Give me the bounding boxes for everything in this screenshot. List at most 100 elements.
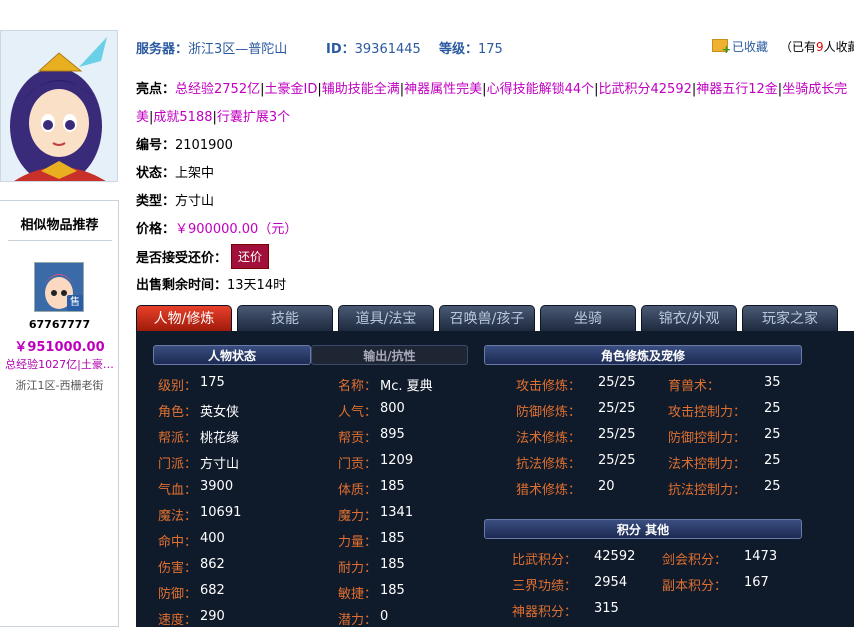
stat-label: 防御： xyxy=(158,587,198,602)
stat-label: 伤害： xyxy=(158,561,198,576)
tab-home[interactable]: 玩家之家 xyxy=(742,305,838,331)
stat-row: 命中： 400 xyxy=(158,531,225,550)
stat-value: Mc. 夏典 xyxy=(380,379,433,394)
character-avatar xyxy=(0,30,118,182)
stat-row: 法术控制力： 25 xyxy=(668,453,781,472)
time-row: 出售剩余时间：13天14时 xyxy=(136,274,286,293)
stat-row: 三界功绩： 2954 xyxy=(512,575,627,594)
character-portrait-icon xyxy=(1,31,117,181)
stat-value: 400 xyxy=(200,531,225,546)
stat-value: 185 xyxy=(380,531,405,546)
stat-row: 门派： 方寸山 xyxy=(158,453,239,472)
favorite-button[interactable]: 已收藏 xyxy=(712,38,768,56)
stat-value: 2954 xyxy=(594,575,628,590)
stat-row: 防御： 682 xyxy=(158,583,225,602)
similar-item-desc[interactable]: 总经验1027亿|土豪… xyxy=(0,356,119,372)
highlight-item: 辅助技能全满 xyxy=(321,82,400,97)
highlight-item: 总经验2752亿 xyxy=(175,82,261,97)
stat-row: 力量： 185 xyxy=(338,531,405,550)
tab-skills[interactable]: 技能 xyxy=(237,305,333,331)
stat-value: 290 xyxy=(200,609,225,624)
stat-label: 抗法控制力： xyxy=(668,483,747,498)
stat-label: 门贡： xyxy=(338,457,378,472)
stat-row: 魔力： 1341 xyxy=(338,505,413,524)
tab-character[interactable]: 人物/修炼 xyxy=(136,305,232,331)
stat-label: 剑会积分： xyxy=(662,553,728,568)
stat-value: 25/25 xyxy=(598,401,636,416)
stat-value: 175 xyxy=(200,375,225,390)
stat-value: 20 xyxy=(598,479,615,494)
section-output-resist[interactable]: 输出/抗性 xyxy=(311,345,468,365)
similar-item-server: 浙江1区-西栅老街 xyxy=(15,379,104,392)
price-row: 价格：￥900000.00（元） xyxy=(136,218,297,237)
stat-row: 角色： 英女侠 xyxy=(158,401,239,420)
tab-mounts[interactable]: 坐骑 xyxy=(540,305,636,331)
sale-badge: 售 xyxy=(67,295,83,311)
fav-count-number: 9 xyxy=(816,40,824,54)
similar-items-title: 相似物品推荐 xyxy=(20,218,99,233)
type-value: 方寸山 xyxy=(175,194,215,209)
stat-label: 力量： xyxy=(338,535,378,550)
stat-label: 副本积分： xyxy=(662,579,728,594)
stat-label: 攻击修炼： xyxy=(516,379,582,394)
stat-value: 42592 xyxy=(594,549,636,564)
tab-bar: 人物/修炼 技能 道具/法宝 召唤兽/孩子 坐骑 锦衣/外观 玩家之家 xyxy=(136,305,854,331)
stat-row: 体质： 185 xyxy=(338,479,405,498)
stat-label: 攻击控制力： xyxy=(668,405,747,420)
tab-items[interactable]: 道具/法宝 xyxy=(338,305,434,331)
level-value: 175 xyxy=(478,42,503,57)
stat-value: 682 xyxy=(200,583,225,598)
similar-item-thumbnail[interactable]: 售 xyxy=(34,262,84,312)
favorite-count: （已有9人收藏 xyxy=(780,38,854,55)
type-label: 类型： xyxy=(136,194,176,209)
price-label: 价格： xyxy=(136,222,176,237)
status-label: 状态： xyxy=(136,166,176,181)
stat-value: 25 xyxy=(764,453,781,468)
highlight-item: 行囊扩展3个 xyxy=(216,110,291,125)
stat-label: 门派： xyxy=(158,457,198,472)
stat-value: 25 xyxy=(764,479,781,494)
stat-row: 潜力： 0 xyxy=(338,609,388,628)
section-cultivation: 角色修炼及宠修 xyxy=(484,345,802,365)
type-row: 类型：方寸山 xyxy=(136,190,214,209)
stat-row: 帮派： 桃花缘 xyxy=(158,427,239,446)
stat-label: 名称： xyxy=(338,379,378,394)
stat-value: 35 xyxy=(764,375,781,390)
stat-label: 耐力： xyxy=(338,561,378,576)
stat-label: 防御控制力： xyxy=(668,431,747,446)
stat-label: 气血： xyxy=(158,483,198,498)
stat-value: 25/25 xyxy=(598,453,636,468)
stat-row: 速度： 290 xyxy=(158,609,225,628)
stat-label: 抗法修炼： xyxy=(516,457,582,472)
divider xyxy=(8,240,112,241)
section-points: 积分 其他 xyxy=(484,519,802,539)
id-label: ID： xyxy=(326,42,355,57)
highlights: 亮点：总经验2752亿|土豪金ID|辅助技能全满|神器属性完美|心得技能解锁44… xyxy=(136,82,848,125)
section-char-status[interactable]: 人物状态 xyxy=(153,345,311,365)
fav-suffix: 人收藏 xyxy=(823,40,854,54)
stat-label: 帮贡： xyxy=(338,431,378,446)
stat-label: 三界功绩： xyxy=(512,579,578,594)
stat-row: 攻击控制力： 25 xyxy=(668,401,781,420)
stat-row: 人气： 800 xyxy=(338,401,405,420)
stat-label: 魔法： xyxy=(158,509,198,524)
time-value: 13天14时 xyxy=(227,278,287,293)
tab-summons[interactable]: 召唤兽/孩子 xyxy=(439,305,535,331)
offer-row: 是否接受还价： 还价 xyxy=(136,244,270,269)
counter-offer-button[interactable]: 还价 xyxy=(231,244,270,269)
stat-value: 10691 xyxy=(200,505,242,520)
tab-outfits[interactable]: 锦衣/外观 xyxy=(641,305,737,331)
serial-label: 编号： xyxy=(136,138,176,153)
server-label: 服务器： xyxy=(136,42,189,57)
stat-row: 抗法控制力： 25 xyxy=(668,479,781,498)
stat-value: 25/25 xyxy=(598,375,636,390)
stat-row: 门贡： 1209 xyxy=(338,453,413,472)
stat-row: 名称： Mc. 夏典 xyxy=(338,375,433,394)
price-value: ￥900000.00（元） xyxy=(175,222,298,237)
stat-label: 帮派： xyxy=(158,431,198,446)
stat-label: 防御修炼： xyxy=(516,405,582,420)
level-label: 等级： xyxy=(439,42,479,57)
stat-label: 法术修炼： xyxy=(516,431,582,446)
stat-label: 敏捷： xyxy=(338,587,378,602)
stat-label: 比武积分： xyxy=(512,553,578,568)
